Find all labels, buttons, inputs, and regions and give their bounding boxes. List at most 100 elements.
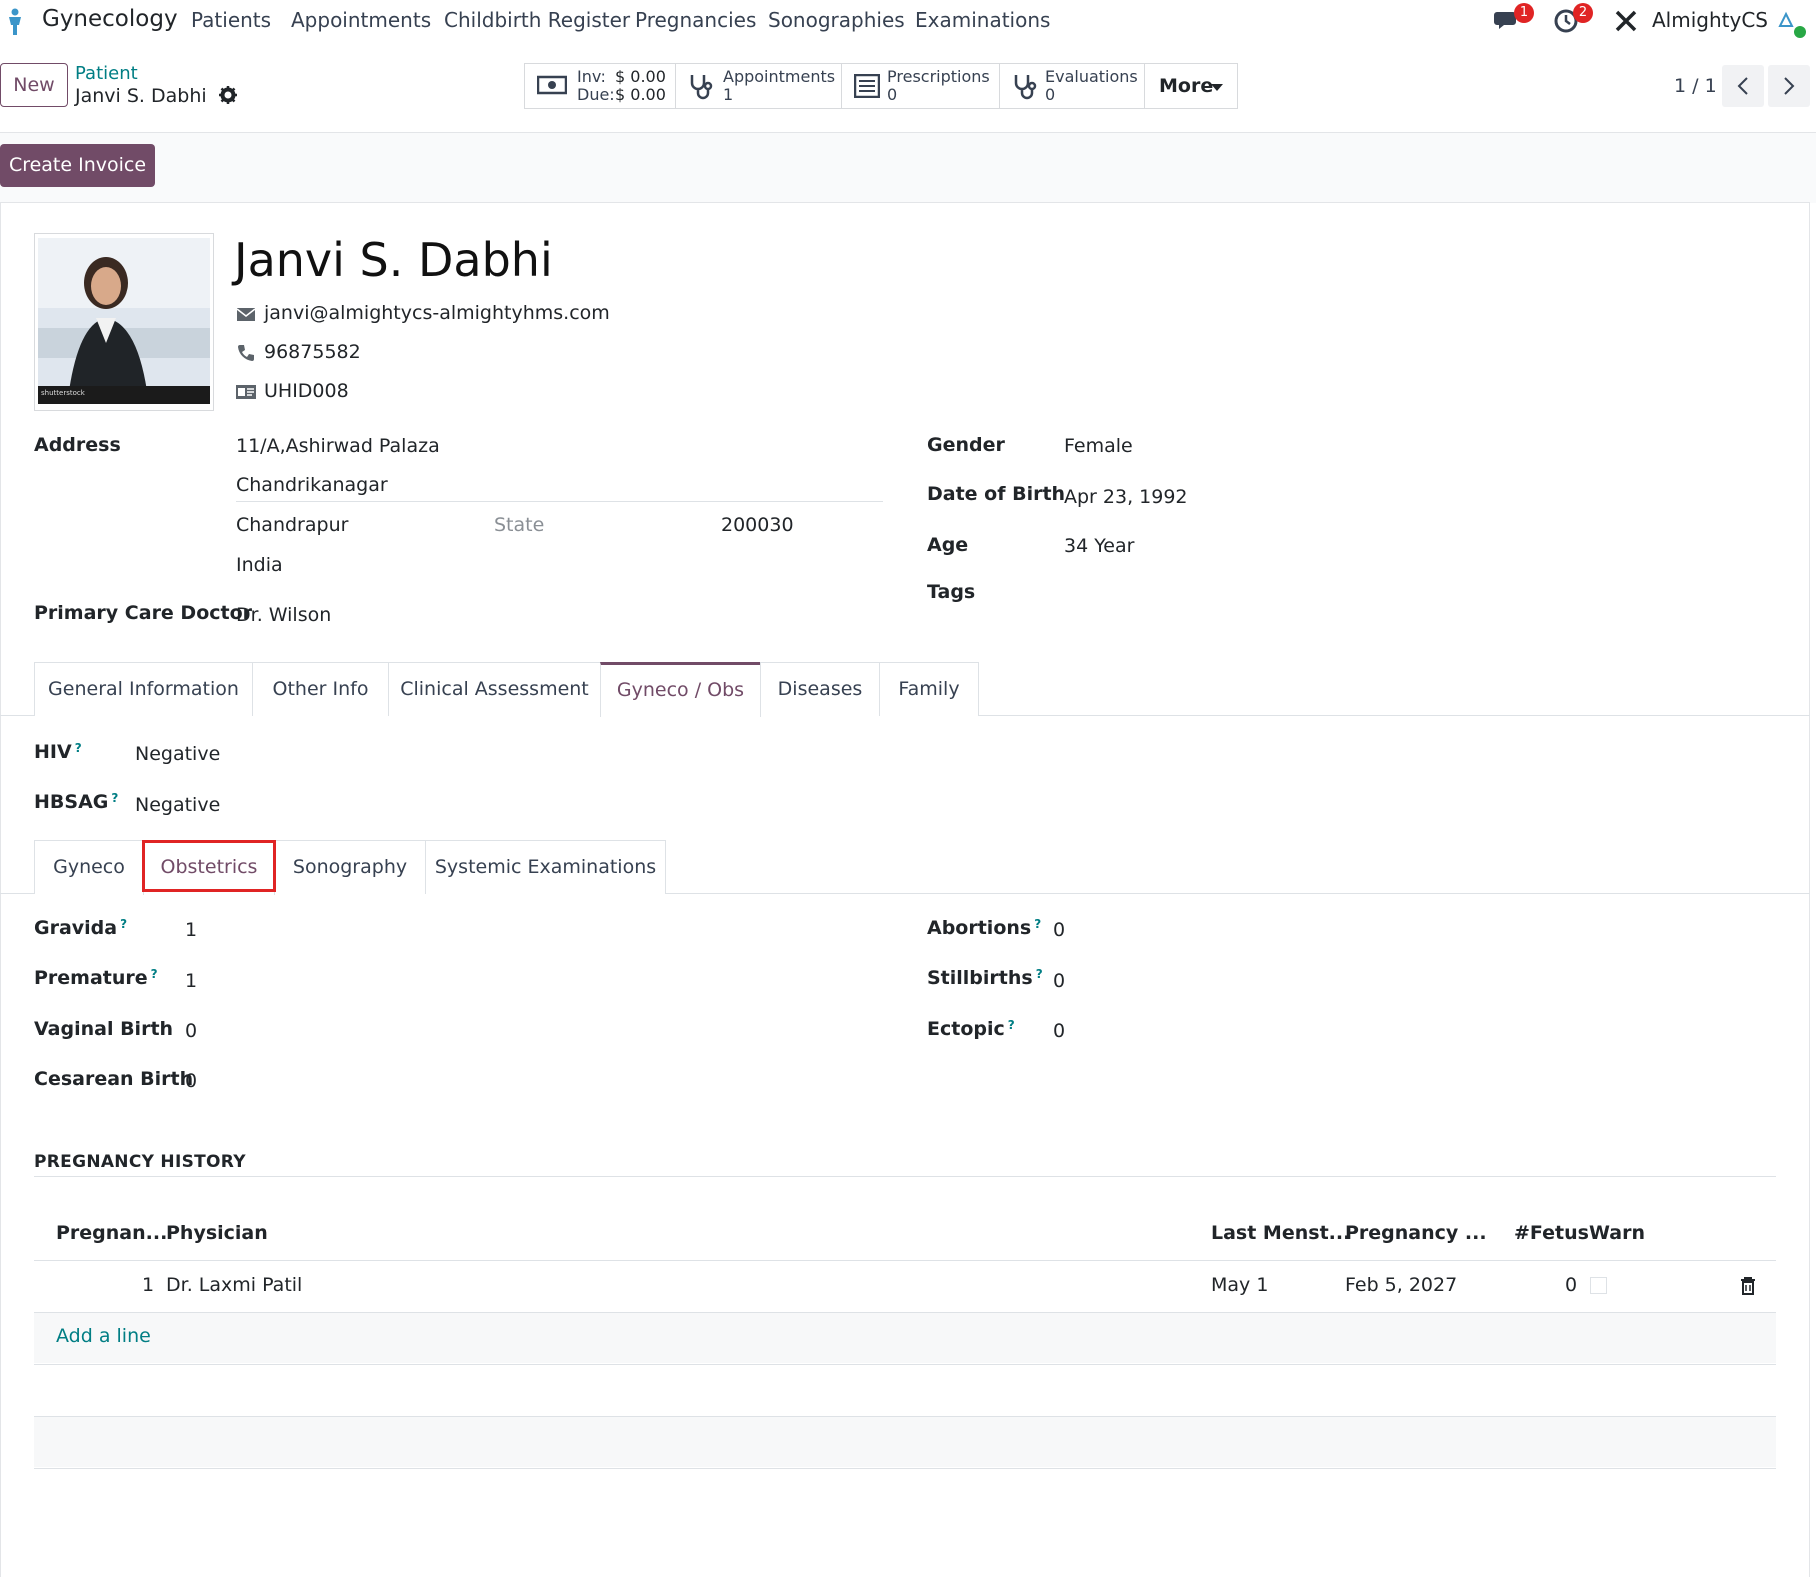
- patient-photo[interactable]: shutterstock: [34, 233, 214, 411]
- tools-icon[interactable]: [1614, 9, 1638, 33]
- cesarean-birth-field[interactable]: 0: [185, 1070, 197, 1092]
- stethoscope-icon: [690, 75, 713, 100]
- tab-gyneco-obs[interactable]: Gyneco / Obs: [600, 662, 761, 717]
- gravida-field[interactable]: 1: [185, 919, 197, 941]
- user-avatar-icon[interactable]: [1774, 8, 1810, 40]
- pager-next-button[interactable]: [1768, 65, 1810, 107]
- abortions-field[interactable]: 0: [1053, 919, 1065, 941]
- control-panel: New Patient Janvi S. Dabhi Inv: $ 0.00 D…: [0, 55, 1816, 133]
- menu-sonographies[interactable]: Sonographies: [768, 8, 905, 32]
- hiv-label: HIV?: [34, 741, 82, 763]
- warn-checkbox[interactable]: [1590, 1277, 1607, 1294]
- patient-phone[interactable]: 96875582: [264, 341, 361, 363]
- prescriptions-count: 0: [887, 85, 898, 104]
- tab-other-info[interactable]: Other Info: [252, 662, 389, 716]
- evaluations-stat-button[interactable]: Evaluations 0: [1000, 64, 1145, 108]
- id-card-icon: [236, 385, 256, 399]
- menu-childbirth-register[interactable]: Childbirth Register: [444, 8, 630, 32]
- trash-icon[interactable]: [1740, 1277, 1756, 1295]
- stillbirths-label: Stillbirths?: [927, 967, 1043, 989]
- column-warn[interactable]: Warn: [1589, 1222, 1645, 1244]
- add-line-link[interactable]: Add a line: [56, 1325, 151, 1347]
- create-invoice-button[interactable]: Create Invoice: [0, 144, 155, 187]
- tab-diseases[interactable]: Diseases: [760, 662, 880, 716]
- hbsag-field[interactable]: Negative: [135, 794, 220, 816]
- vaginal-birth-label: Vaginal Birth: [34, 1018, 174, 1040]
- invoice-stat-button[interactable]: Inv: $ 0.00 Due: $ 0.00: [525, 64, 676, 108]
- subtab-sonography[interactable]: Sonography: [274, 840, 426, 894]
- subtab-systemic-examinations[interactable]: Systemic Examinations: [425, 840, 666, 894]
- company-name[interactable]: AlmightyCS: [1652, 8, 1768, 32]
- patient-uhid[interactable]: UHID008: [264, 380, 349, 402]
- app-logo-icon[interactable]: [4, 8, 26, 36]
- app-name[interactable]: Gynecology: [42, 6, 178, 32]
- help-icon[interactable]: ?: [1008, 1018, 1015, 1032]
- column-pregnancy-date[interactable]: Pregnancy ...: [1345, 1222, 1487, 1244]
- column-pregnancy[interactable]: Pregnan...: [56, 1222, 167, 1244]
- help-icon[interactable]: ?: [120, 917, 127, 931]
- help-icon[interactable]: ?: [75, 741, 82, 755]
- help-icon[interactable]: ?: [151, 967, 158, 981]
- chevron-left-icon: [1737, 77, 1748, 95]
- pager-previous-button[interactable]: [1722, 65, 1764, 107]
- gender-field[interactable]: Female: [1064, 435, 1133, 457]
- breadcrumb-patient-link[interactable]: Patient: [75, 63, 138, 84]
- statusbar-area: [0, 133, 1816, 203]
- street-field[interactable]: 11/A,Ashirwad Palaza: [236, 435, 440, 457]
- help-icon[interactable]: ?: [1034, 917, 1041, 931]
- pager-value[interactable]: 1 / 1: [1674, 75, 1717, 97]
- top-navbar: Gynecology Patients Appointments Childbi…: [0, 0, 1816, 40]
- help-icon[interactable]: ?: [1036, 967, 1043, 981]
- tab-general-information[interactable]: General Information: [34, 662, 253, 716]
- zip-field[interactable]: 200030: [721, 514, 794, 536]
- tab-clinical-assessment[interactable]: Clinical Assessment: [388, 662, 601, 716]
- menu-examinations[interactable]: Examinations: [915, 8, 1050, 32]
- patient-email[interactable]: janvi@almightycs-almightyhms.com: [264, 302, 610, 324]
- patient-name[interactable]: Janvi S. Dabhi: [234, 233, 553, 287]
- tab-family[interactable]: Family: [879, 662, 979, 716]
- photo-watermark: shutterstock: [41, 389, 85, 397]
- due-value: $ 0.00: [615, 85, 666, 104]
- country-field[interactable]: India: [236, 554, 283, 576]
- patient-photo-image: [38, 238, 210, 404]
- appointments-stat-button[interactable]: Appointments 1: [676, 64, 842, 108]
- menu-patients[interactable]: Patients: [191, 8, 271, 32]
- menu-pregnancies[interactable]: Pregnancies: [635, 8, 756, 32]
- primary-doctor-label: Primary Care Doctor: [34, 602, 253, 624]
- more-dropdown[interactable]: More: [1145, 64, 1237, 108]
- evaluations-count: 0: [1045, 85, 1056, 104]
- dob-field[interactable]: Apr 23, 1992: [1064, 486, 1188, 508]
- header-divider: [34, 1260, 1776, 1261]
- subtab-gyneco[interactable]: Gyneco: [34, 840, 144, 894]
- new-button[interactable]: New: [0, 63, 68, 107]
- caret-down-icon: [1211, 84, 1223, 91]
- vaginal-birth-field[interactable]: 0: [185, 1020, 197, 1042]
- stillbirths-field[interactable]: 0: [1053, 970, 1065, 992]
- inv-value: $ 0.00: [615, 67, 666, 86]
- premature-field[interactable]: 1: [185, 970, 197, 992]
- dob-label: Date of Birth: [927, 483, 1066, 505]
- primary-doctor-field[interactable]: Dr. Wilson: [236, 604, 331, 626]
- premature-label: Premature?: [34, 967, 158, 989]
- hiv-field[interactable]: Negative: [135, 743, 220, 765]
- state-field[interactable]: State: [494, 514, 544, 536]
- ectopic-label: Ectopic?: [927, 1018, 1015, 1040]
- column-fetus[interactable]: #Fetus: [1514, 1222, 1589, 1244]
- hbsag-label: HBSAG?: [34, 791, 118, 813]
- gear-icon[interactable]: [218, 86, 237, 104]
- column-physician[interactable]: Physician: [166, 1222, 268, 1244]
- add-line-row: [34, 1313, 1776, 1363]
- column-last-menstruation[interactable]: Last Menst...: [1211, 1222, 1350, 1244]
- ectopic-label-text: Ectopic: [927, 1018, 1005, 1040]
- hiv-label-text: HIV: [34, 741, 72, 763]
- prescriptions-stat-button[interactable]: Prescriptions 0: [842, 64, 1000, 108]
- pregnancy-history-title: PREGNANCY HISTORY: [34, 1152, 246, 1172]
- more-label: More: [1159, 75, 1214, 97]
- abortions-label: Abortions?: [927, 917, 1041, 939]
- city-field[interactable]: Chandrapur: [236, 514, 348, 536]
- street2-field[interactable]: Chandrikanagar: [236, 474, 388, 496]
- help-icon[interactable]: ?: [111, 791, 118, 805]
- menu-appointments[interactable]: Appointments: [291, 8, 431, 32]
- ectopic-field[interactable]: 0: [1053, 1020, 1065, 1042]
- section-divider: [34, 1176, 1776, 1177]
